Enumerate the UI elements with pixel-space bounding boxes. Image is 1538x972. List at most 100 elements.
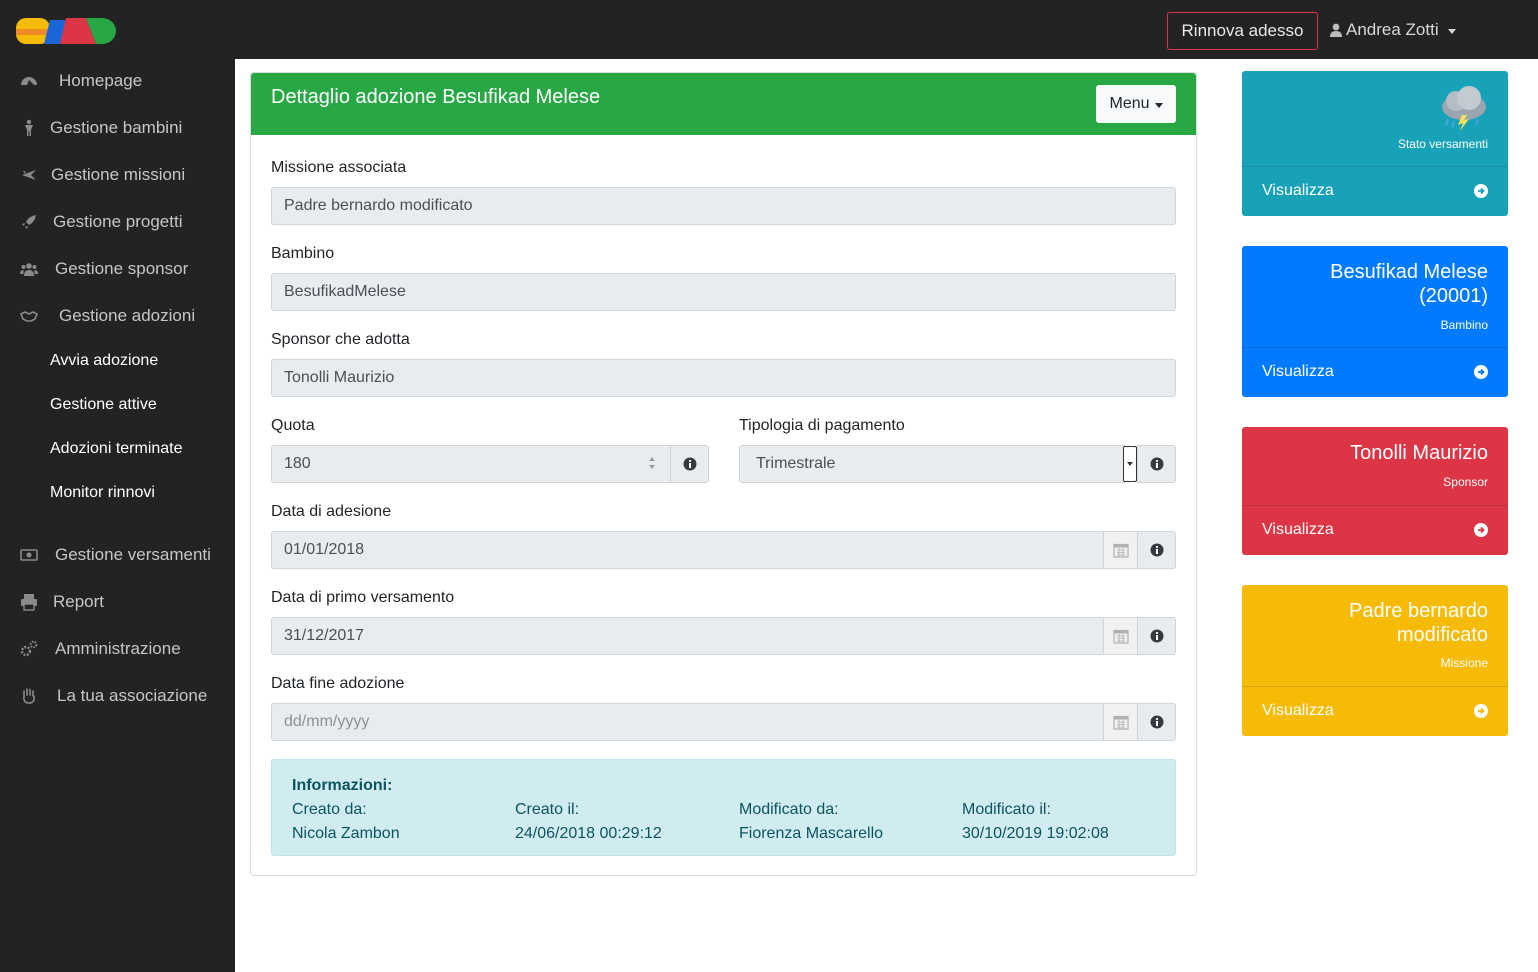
arrow-circle-right-icon xyxy=(1474,365,1488,379)
arrow-circle-right-icon xyxy=(1474,184,1488,198)
info-circle-icon xyxy=(1150,543,1163,557)
modified-by-label: Modificato da: xyxy=(739,801,839,818)
quota-label: Quota xyxy=(271,417,315,434)
payment-type-info-button[interactable] xyxy=(1137,445,1176,483)
view-link-label: Visualizza xyxy=(1262,520,1334,538)
sidebar-subitem-gestione-attive[interactable]: Gestione attive xyxy=(50,391,157,419)
sidebar-item-adozioni[interactable]: Gestione adozioni xyxy=(0,296,235,336)
info-alert: Informazioni: Creato da: Nicola Zambon C… xyxy=(271,759,1176,856)
menu-button-label: Menu xyxy=(1109,95,1150,112)
user-menu[interactable]: Andrea Zotti xyxy=(1330,18,1456,42)
quota-stepper[interactable] xyxy=(647,455,657,471)
quota-input[interactable]: 180 xyxy=(271,445,671,483)
first-payment-date-info-button[interactable] xyxy=(1137,617,1176,655)
adoption-detail-card: Dettaglio adozione Besufikad Melese Menu… xyxy=(250,72,1197,876)
app-logo[interactable] xyxy=(16,16,116,46)
first-payment-date-calendar-button[interactable] xyxy=(1103,617,1138,655)
sidebar-item-versamenti[interactable]: Gestione versamenti xyxy=(0,535,235,575)
first-payment-date-label: Data di primo versamento xyxy=(271,589,455,606)
mission-label: Missione associata xyxy=(271,159,407,176)
sidebar-item-associazione[interactable]: La tua associazione xyxy=(0,676,235,716)
sidebar-item-report[interactable]: Report xyxy=(0,582,235,622)
print-icon xyxy=(21,594,37,611)
view-link-label: Visualizza xyxy=(1262,362,1334,380)
child-icon xyxy=(25,119,33,136)
calendar-icon xyxy=(1112,543,1129,558)
storm-cloud-icon xyxy=(1442,86,1486,131)
payment-type-dropdown-arrow[interactable] xyxy=(1123,446,1137,482)
cogs-icon xyxy=(20,640,38,657)
sidebar-item-label: Gestione missioni xyxy=(51,165,186,184)
hand-icon xyxy=(23,688,35,704)
calendar-icon xyxy=(1112,715,1129,730)
widget-bambino: Besufikad Melese (20001) Bambino Visuali… xyxy=(1242,246,1508,397)
widget-bambino-view-link[interactable]: Visualizza xyxy=(1242,347,1508,395)
view-link-label: Visualizza xyxy=(1262,181,1334,199)
info-circle-icon xyxy=(1150,715,1163,729)
end-date-label: Data fine adozione xyxy=(271,675,405,692)
handshake-icon xyxy=(20,311,38,322)
sidebar-item-amministrazione[interactable]: Amministrazione xyxy=(0,629,235,669)
rocket-icon xyxy=(22,215,36,229)
sidebar-item-label: Gestione bambini xyxy=(50,118,183,137)
payment-type-select[interactable]: Trimestrale xyxy=(739,445,1125,483)
sidebar-item-sponsor[interactable]: Gestione sponsor xyxy=(0,249,235,289)
widget-stato-versamenti: Stato versamenti Visualizza xyxy=(1242,71,1508,216)
end-date-info-button[interactable] xyxy=(1137,703,1176,741)
created-at-value: 24/06/2018 00:29:12 xyxy=(515,825,662,842)
widget-title: Besufikad Melese (20001) xyxy=(1330,260,1488,308)
widget-sponsor: Tonolli Maurizio Sponsor Visualizza xyxy=(1242,427,1508,555)
adhesion-date-input[interactable]: 01/01/2018 xyxy=(271,531,1104,569)
created-at-label: Creato il: xyxy=(515,801,580,818)
adhesion-date-calendar-button[interactable] xyxy=(1103,531,1138,569)
calendar-icon xyxy=(1112,629,1129,644)
widget-stato-view-link[interactable]: Visualizza xyxy=(1242,166,1508,214)
sidebar-item-label: Report xyxy=(53,592,105,611)
end-date-input[interactable]: dd/mm/yyyy xyxy=(271,703,1104,741)
quota-info-button[interactable] xyxy=(670,445,709,483)
menu-dropdown-button[interactable]: Menu xyxy=(1096,85,1176,123)
chevron-down-icon xyxy=(1127,462,1133,466)
modified-at-label: Modificato il: xyxy=(962,801,1051,818)
plane-icon xyxy=(22,170,36,180)
widget-title: Padre bernardo modificato xyxy=(1349,599,1488,647)
widget-subtitle: Bambino xyxy=(1440,318,1488,332)
widget-subtitle: Stato versamenti xyxy=(1397,137,1488,151)
sidebar-subitem-avvia-adozione[interactable]: Avvia adozione xyxy=(50,347,158,375)
created-at-column: Creato il: 24/06/2018 00:29:12 xyxy=(515,801,662,849)
sidebar-item-label: Gestione sponsor xyxy=(55,259,189,278)
sidebar-item-homepage[interactable]: Homepage xyxy=(0,61,235,101)
sidebar-item-missioni[interactable]: Gestione missioni xyxy=(0,155,235,195)
child-code: (20001) xyxy=(1419,285,1488,307)
created-by-value: Nicola Zambon xyxy=(292,825,400,842)
user-name: Andrea Zotti xyxy=(1346,20,1439,39)
info-circle-icon xyxy=(1150,629,1163,643)
sponsor-field[interactable]: Tonolli Maurizio xyxy=(271,359,1176,397)
payment-type-value: Trimestrale xyxy=(756,455,836,472)
widget-missione-view-link[interactable]: Visualizza xyxy=(1242,686,1508,734)
created-by-column: Creato da: Nicola Zambon xyxy=(292,801,400,849)
info-title: Informazioni: xyxy=(292,777,393,794)
modified-at-column: Modificato il: 30/10/2019 19:02:08 xyxy=(962,801,1109,849)
first-payment-date-input[interactable]: 31/12/2017 xyxy=(271,617,1104,655)
sidebar-item-progetti[interactable]: Gestione progetti xyxy=(0,202,235,242)
sidebar-subitem-monitor-rinnovi[interactable]: Monitor rinnovi xyxy=(50,479,155,507)
end-date-calendar-button[interactable] xyxy=(1103,703,1138,741)
adhesion-date-info-button[interactable] xyxy=(1137,531,1176,569)
arrow-circle-right-icon xyxy=(1474,704,1488,718)
child-field[interactable]: BesufikadMelese xyxy=(271,273,1176,311)
widget-subtitle: Missione xyxy=(1440,656,1488,670)
widget-sponsor-view-link[interactable]: Visualizza xyxy=(1242,505,1508,553)
mission-name-line2: modificato xyxy=(1396,624,1488,646)
mission-field[interactable]: Padre bernardo modificato xyxy=(271,187,1176,225)
renew-now-button[interactable]: Rinnova adesso xyxy=(1167,12,1318,50)
sponsor-label: Sponsor che adotta xyxy=(271,331,410,348)
card-header: Dettaglio adozione Besufikad Melese Menu xyxy=(251,73,1196,135)
adhesion-date-label: Data di adesione xyxy=(271,503,392,520)
sidebar-subitem-adozioni-terminate[interactable]: Adozioni terminate xyxy=(50,435,183,463)
dashboard-icon xyxy=(21,77,37,85)
sidebar-item-bambini[interactable]: Gestione bambini xyxy=(0,108,235,148)
money-icon xyxy=(20,549,38,561)
chevron-down-icon xyxy=(1154,102,1163,108)
top-navbar: Rinnova adesso Andrea Zotti xyxy=(0,0,1538,59)
